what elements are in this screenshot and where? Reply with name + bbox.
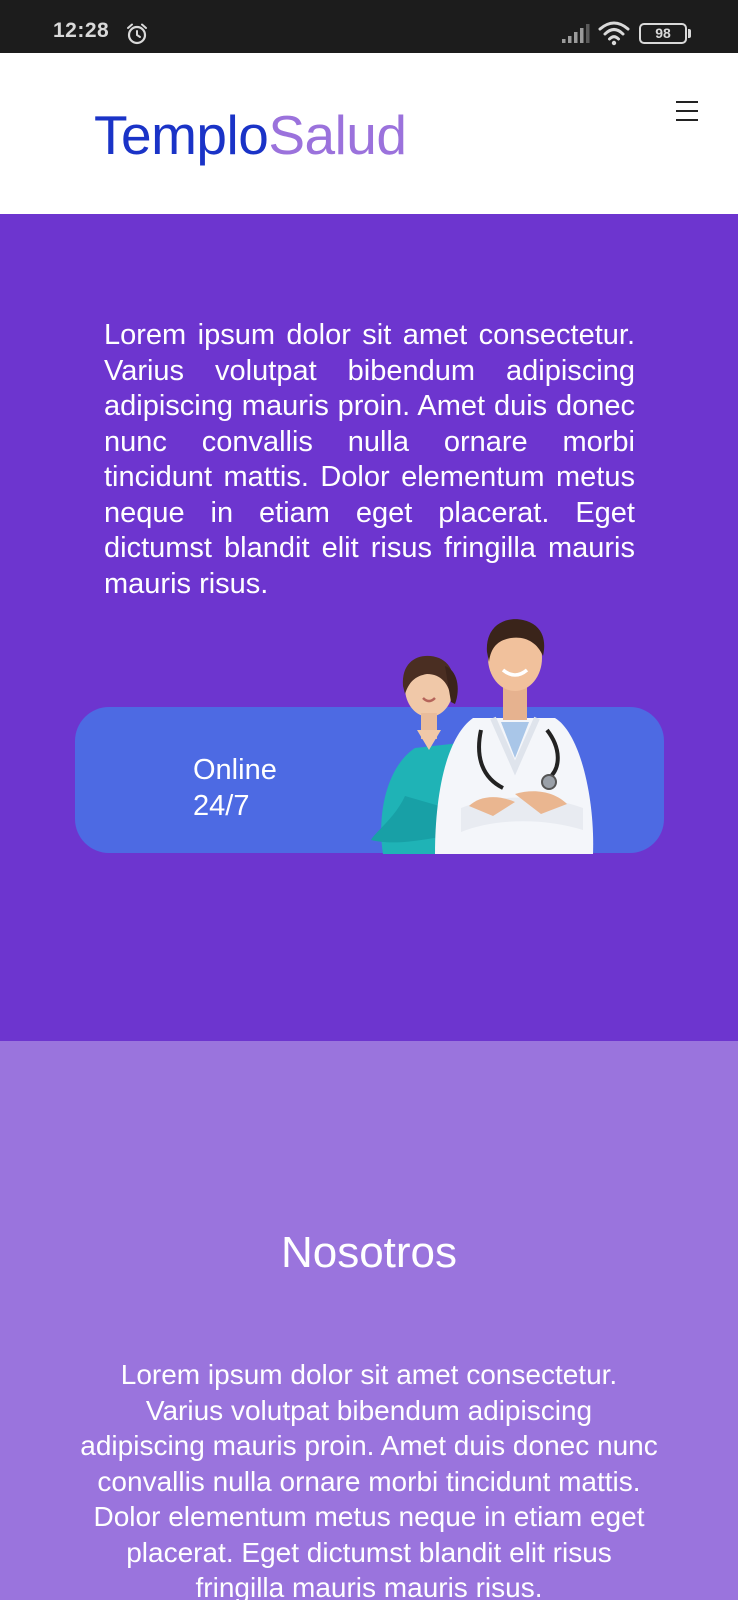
battery-icon: 98 [639, 23, 687, 44]
about-title: Nosotros [280, 1228, 458, 1277]
doctors-image [371, 619, 594, 854]
battery-tip [688, 29, 691, 38]
alarm-icon [127, 23, 147, 45]
logo-text-primary: Templo [94, 104, 269, 166]
hamburger-menu-icon[interactable] [672, 100, 702, 126]
doctor-figure [435, 619, 594, 854]
status-time: 12:28 [53, 19, 110, 42]
hero-section: Lorem ipsum dolor sit amet consectetur. … [0, 214, 738, 1041]
online-card-label: Online 24/7 [193, 752, 277, 824]
site-logo[interactable]: TemploSalud [94, 108, 407, 163]
hero-paragraph: Lorem ipsum dolor sit amet consectetur. … [104, 319, 635, 600]
hours-label: 24/7 [193, 790, 250, 822]
signal-icon [562, 24, 590, 43]
wifi-icon [598, 21, 630, 46]
site-header: TemploSalud [0, 53, 738, 214]
about-section: Nosotros Lorem ipsum dolor sit amet cons… [0, 1041, 738, 1603]
online-label: Online [193, 754, 277, 786]
about-paragraph: Lorem ipsum dolor sit amet consectetur. … [80, 1359, 658, 1603]
status-bar: 12:28 98 [0, 0, 738, 53]
logo-text-secondary: Salud [268, 104, 407, 166]
